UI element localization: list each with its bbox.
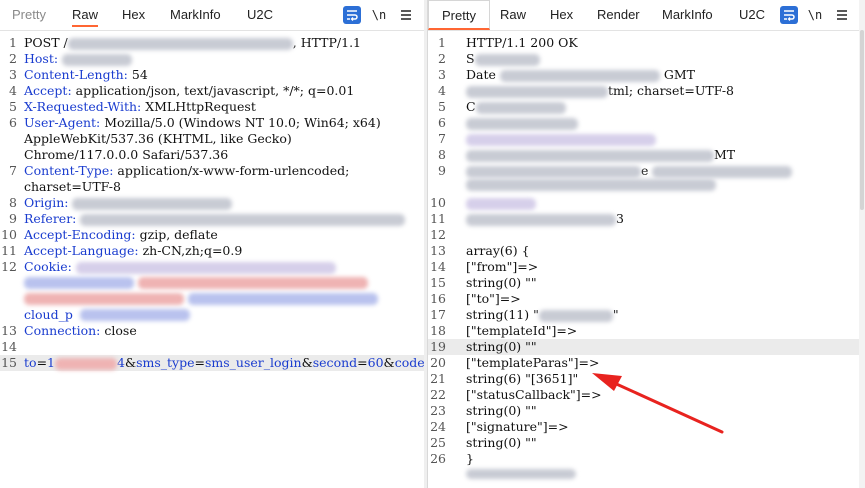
newline-toggle-icon[interactable]: \n	[806, 6, 824, 24]
response-tab-hex[interactable]: Hex	[550, 7, 573, 22]
request-line-2: 2 Host:	[0, 51, 424, 67]
response-pane: Pretty Raw Hex Render MarkInfo U2C \n 1H…	[427, 0, 860, 488]
request-line-9: 9 Referer:	[0, 211, 424, 227]
redacted-line	[466, 469, 576, 479]
request-tab-u2c[interactable]: U2C	[247, 7, 273, 22]
response-line-14: 14 ["from"]=>	[430, 259, 539, 274]
redacted-cookie	[75, 261, 336, 274]
request-line-15: 15 to=1 4&sms_type=sms_user_login&second=6…	[0, 355, 425, 371]
request-tab-bar: Pretty Raw Hex MarkInfo U2C \n	[0, 0, 424, 31]
redacted-header	[466, 179, 716, 191]
newline-toggle-icon[interactable]: \n	[370, 6, 388, 24]
response-editor[interactable]: 1 HTTP/1.1 200 OK 2S 3 Date GMT 4 tml; char…	[428, 31, 860, 488]
response-line-23: 23 string(0) ""	[430, 403, 537, 418]
response-line-21: 21 string(6) "[3651]"	[430, 371, 579, 386]
request-tab-raw[interactable]: Raw	[72, 3, 99, 27]
redacted-header	[652, 165, 793, 178]
response-line-7: 7	[428, 131, 860, 147]
redacted-header	[475, 101, 566, 114]
request-line-6-cont: AppleWebKit/537.36 (KHTML, like Gecko)	[24, 131, 292, 146]
response-tab-pretty[interactable]: Pretty	[428, 0, 490, 30]
request-line-10: 10 Accept-Encoding: gzip, deflate	[1, 227, 218, 242]
response-tab-u2c[interactable]: U2C	[739, 7, 765, 22]
request-line-12: 12 Cookie:	[0, 259, 424, 275]
redacted-cookie	[24, 277, 134, 289]
response-line-19: 19 string(0) ""	[428, 339, 860, 355]
request-line-1: 1 POST /, HTTP/1.1	[9, 35, 362, 50]
response-line-15: 15 string(0) ""	[430, 275, 537, 290]
response-scrollbar[interactable]	[859, 0, 865, 488]
wrap-lines-icon[interactable]	[780, 6, 798, 24]
redacted-header	[466, 197, 536, 210]
request-pane: Pretty Raw Hex MarkInfo U2C \n 1 POST /, …	[0, 0, 425, 488]
response-line-26: 26}	[430, 451, 474, 466]
request-editor[interactable]: 1 POST /, HTTP/1.1 2 Host: 3 Content-Length…	[0, 31, 424, 488]
response-line-2: 2S	[428, 51, 860, 67]
request-line-4: 4 Accept: application/json, text/javascri…	[9, 83, 355, 98]
response-line-13: 13 array(6) {	[430, 243, 530, 258]
response-line-4: 4 tml; charset=UTF-8	[438, 83, 735, 98]
request-line-5: 5 X-Requested-With: XMLHttpRequest	[9, 99, 256, 114]
request-tab-hex[interactable]: Hex	[122, 7, 145, 22]
response-line-5: 5C	[428, 99, 860, 115]
response-tab-bar: Pretty Raw Hex Render MarkInfo U2C \n	[428, 0, 860, 31]
redacted-header	[466, 133, 656, 146]
redacted-origin	[72, 197, 233, 210]
request-line-3: 3 Content-Length: 54	[9, 67, 148, 82]
request-tab-pretty[interactable]: Pretty	[12, 7, 46, 22]
response-line-3: 3 Date GMT	[438, 67, 695, 82]
redacted-phone	[55, 357, 117, 370]
response-line-16: 16 ["to"]=>	[430, 291, 521, 306]
response-line-10: 10	[428, 195, 860, 211]
response-line-12: 12	[430, 227, 446, 242]
request-line-12-cont: cloud_p	[24, 307, 73, 322]
response-tab-raw[interactable]: Raw	[500, 7, 526, 22]
response-line-22: 22 ["statusCallback"]=>	[430, 387, 602, 402]
redacted-cookie	[24, 293, 184, 305]
redacted-referer	[80, 213, 406, 226]
redacted-header	[466, 117, 578, 130]
response-line-8: 8 MT	[438, 147, 736, 162]
response-line-24: 24 ["signature"]=>	[430, 419, 569, 434]
request-line-6: 6 User-Agent: Mozilla/5.0 (Windows NT 10.…	[9, 115, 381, 130]
redacted-date	[499, 69, 660, 82]
response-line-11: 11 3	[430, 211, 624, 226]
response-line-18: 18 ["templateId"]=>	[430, 323, 578, 338]
response-scroll-thumb[interactable]	[860, 30, 864, 210]
redacted-host	[62, 53, 133, 66]
wrap-lines-icon[interactable]	[343, 6, 361, 24]
redacted-phone	[538, 309, 613, 322]
response-line-20: 20 ["templateParas"]=>	[430, 355, 600, 370]
response-line-9: 9e	[428, 163, 860, 179]
redacted-path	[67, 37, 293, 50]
redacted-header	[466, 85, 608, 98]
redacted-cookie	[188, 293, 378, 305]
request-tab-markinfo[interactable]: MarkInfo	[170, 7, 221, 22]
response-line-17: 17 string(11) " "	[430, 307, 619, 322]
menu-icon[interactable]	[833, 6, 851, 24]
menu-icon[interactable]	[397, 6, 415, 24]
request-line-7: 7 Content-Type: application/x-www-form-ur…	[9, 163, 350, 178]
response-line-6: 6	[428, 115, 860, 131]
request-line-14: 14	[1, 339, 17, 354]
redacted-header	[466, 149, 714, 162]
request-line-13: 13 Connection: close	[1, 323, 137, 338]
redacted-header	[474, 53, 540, 66]
response-tab-markinfo[interactable]: MarkInfo	[662, 7, 713, 22]
response-tab-render[interactable]: Render	[597, 7, 640, 22]
request-line-7-cont: charset=UTF-8	[24, 179, 121, 194]
response-line-1: 1 HTTP/1.1 200 OK	[438, 35, 578, 50]
request-line-6-cont: Chrome/117.0.0.0 Safari/537.36	[24, 147, 229, 162]
request-line-8: 8 Origin:	[0, 195, 424, 211]
redacted-cookie	[138, 277, 368, 289]
request-line-11: 11 Accept-Language: zh-CN,zh;q=0.9	[1, 243, 243, 258]
response-line-25: 25 string(0) ""	[430, 435, 537, 450]
redacted-header	[466, 213, 616, 226]
redacted-header	[466, 165, 641, 178]
